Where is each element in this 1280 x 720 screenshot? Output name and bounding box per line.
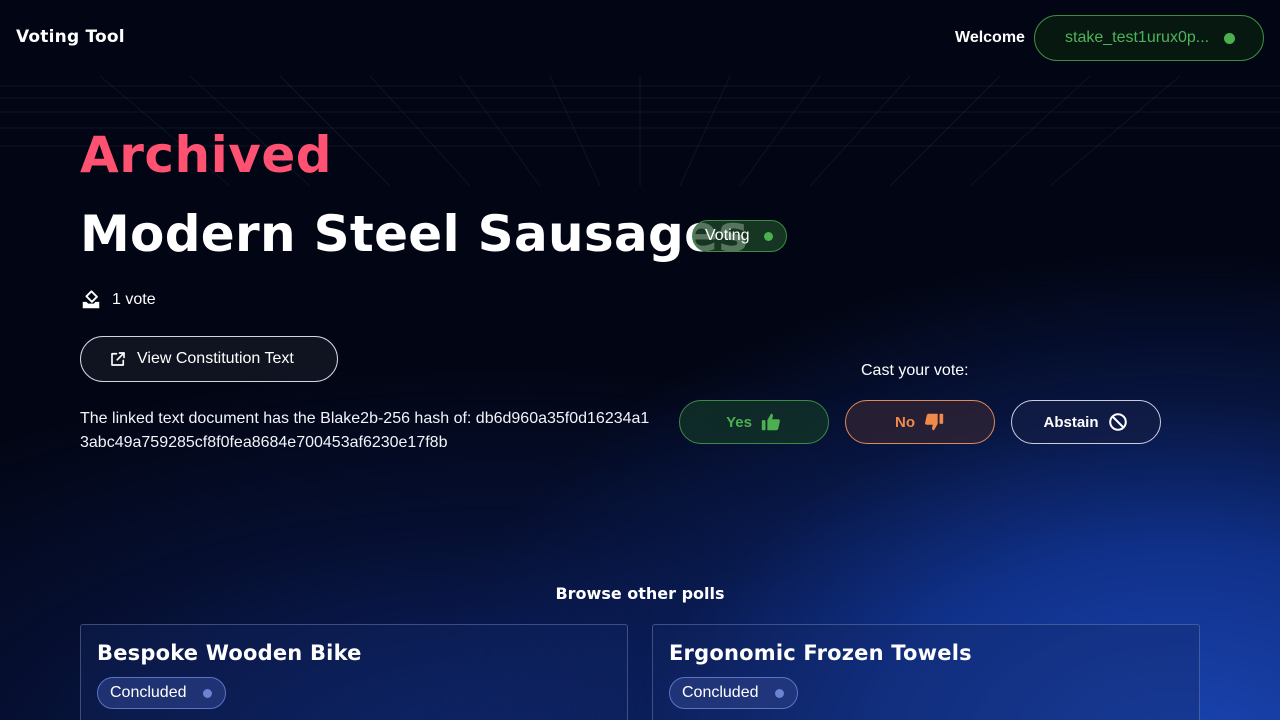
status-dot-icon: [203, 689, 212, 698]
poll-card[interactable]: Ergonomic Frozen Towels Concluded: [652, 624, 1200, 720]
top-header: Voting Tool Welcome stake_test1urux0p...: [0, 0, 1280, 76]
vote-count-label: 1 vote: [112, 291, 156, 308]
external-link-icon: [111, 352, 125, 366]
ballot-box-icon: [82, 290, 100, 309]
prohibited-icon: [1108, 413, 1127, 431]
poll-card-status-badge: Concluded: [669, 677, 798, 709]
view-constitution-label: View Constitution Text: [137, 350, 294, 367]
vote-count: 1 vote: [80, 288, 156, 312]
hash-text: The linked text document has the Blake2b…: [80, 410, 650, 451]
poll-card[interactable]: Bespoke Wooden Bike Concluded: [80, 624, 628, 720]
vote-yes-button[interactable]: Yes: [679, 400, 829, 444]
vote-abstain-label: Abstain: [1043, 413, 1099, 431]
vote-abstain-button[interactable]: Abstain: [1011, 400, 1161, 444]
vote-no-button[interactable]: No: [845, 400, 995, 444]
status-badge: Voting: [692, 220, 787, 252]
poll-card-status-badge: Concluded: [97, 677, 226, 709]
vote-no-label: No: [895, 413, 915, 431]
wallet-address-label: stake_test1urux0p...: [1065, 29, 1210, 46]
poll-title: Modern Steel Sausages: [80, 205, 749, 263]
archived-heading: Archived: [80, 126, 333, 184]
cast-vote-label: Cast your vote:: [861, 362, 969, 379]
poll-card-title: Ergonomic Frozen Towels: [669, 641, 972, 665]
poll-card-status-label: Concluded: [110, 684, 187, 701]
poll-card-status-label: Concluded: [682, 684, 759, 701]
vote-yes-label: Yes: [726, 413, 752, 431]
thumbs-down-icon: [925, 413, 944, 431]
view-constitution-button[interactable]: View Constitution Text: [80, 336, 338, 382]
status-dot-icon: [764, 232, 773, 241]
thumbs-up-icon: [761, 413, 780, 431]
connected-dot-icon: [1224, 33, 1235, 44]
wallet-address-button[interactable]: stake_test1urux0p...: [1034, 15, 1264, 61]
welcome-text: Welcome: [955, 29, 1025, 46]
browse-polls-heading: Browse other polls: [555, 584, 725, 603]
status-dot-icon: [775, 689, 784, 698]
status-badge-label: Voting: [705, 227, 750, 244]
app-title[interactable]: Voting Tool: [16, 27, 125, 47]
poll-card-title: Bespoke Wooden Bike: [97, 641, 362, 665]
